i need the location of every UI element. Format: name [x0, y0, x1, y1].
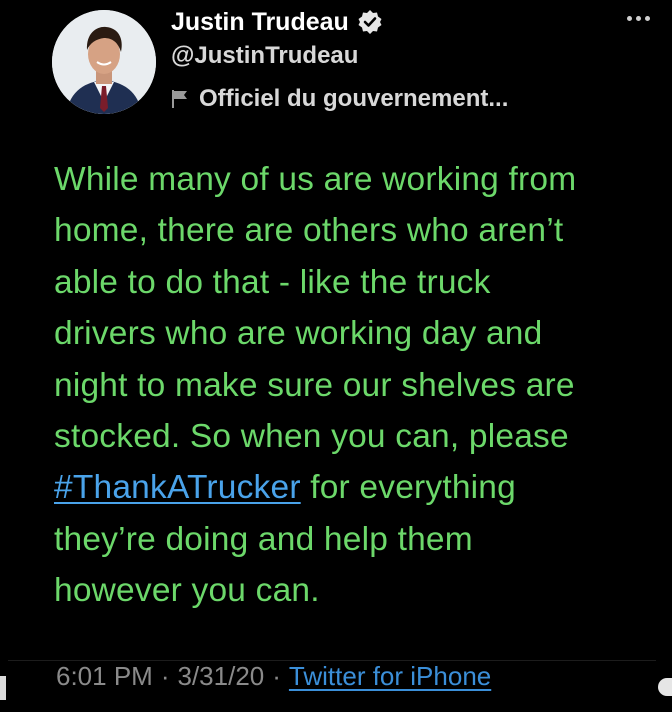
tweet-line: While many of us are working from	[54, 161, 577, 198]
profile-photo	[52, 10, 156, 114]
tweet-text: While many of us are working from home, …	[54, 154, 666, 617]
government-account-label: Officiel du gouvernement...	[199, 85, 509, 112]
tweet-line: however you can.	[54, 572, 320, 610]
user-handle[interactable]: @JustinTrudeau	[171, 42, 358, 70]
tweet-line-with-hashtag: #ThankATrucker for everything	[54, 462, 666, 513]
tweet-date[interactable]: 3/31/20	[178, 661, 265, 692]
tweet-line: stocked. So when you can, please	[54, 418, 569, 456]
more-options-icon[interactable]	[620, 8, 656, 28]
dot	[644, 15, 650, 21]
government-label-row[interactable]: Officiel du gouvernement...	[171, 82, 508, 116]
verified-badge-icon	[357, 9, 383, 35]
tweet-line: able to do that - like the truck	[54, 263, 491, 301]
separator: ·	[160, 660, 170, 691]
tweet-time[interactable]: 6:01 PM	[56, 661, 153, 692]
tweet-fragment: for everything	[300, 469, 516, 507]
left-edge-handle	[0, 676, 6, 700]
scrollbar-thumb[interactable]	[658, 678, 672, 696]
display-name[interactable]: Justin Trudeau	[171, 8, 349, 37]
name-row: Justin Trudeau	[171, 6, 383, 38]
tweet-meta: 6:01 PM · 3/31/20 · Twitter for iPhone	[56, 654, 491, 698]
tweet-line: they’re doing and help them	[54, 520, 473, 558]
source-link[interactable]: Twitter for iPhone	[289, 661, 491, 692]
hashtag-link[interactable]: #ThankATrucker	[54, 469, 301, 506]
dot	[626, 15, 632, 21]
flag-icon	[171, 89, 189, 109]
tweet-line: night to make sure our shelves are	[54, 366, 575, 404]
tweet-card: Justin Trudeau @JustinTrudeau Officiel d…	[0, 0, 672, 712]
avatar[interactable]	[52, 10, 156, 114]
separator: ·	[272, 660, 281, 691]
dot	[635, 15, 641, 21]
tweet-line: drivers who are working day and	[54, 315, 543, 353]
tweet-line: home, there are others who aren’t	[54, 212, 564, 250]
